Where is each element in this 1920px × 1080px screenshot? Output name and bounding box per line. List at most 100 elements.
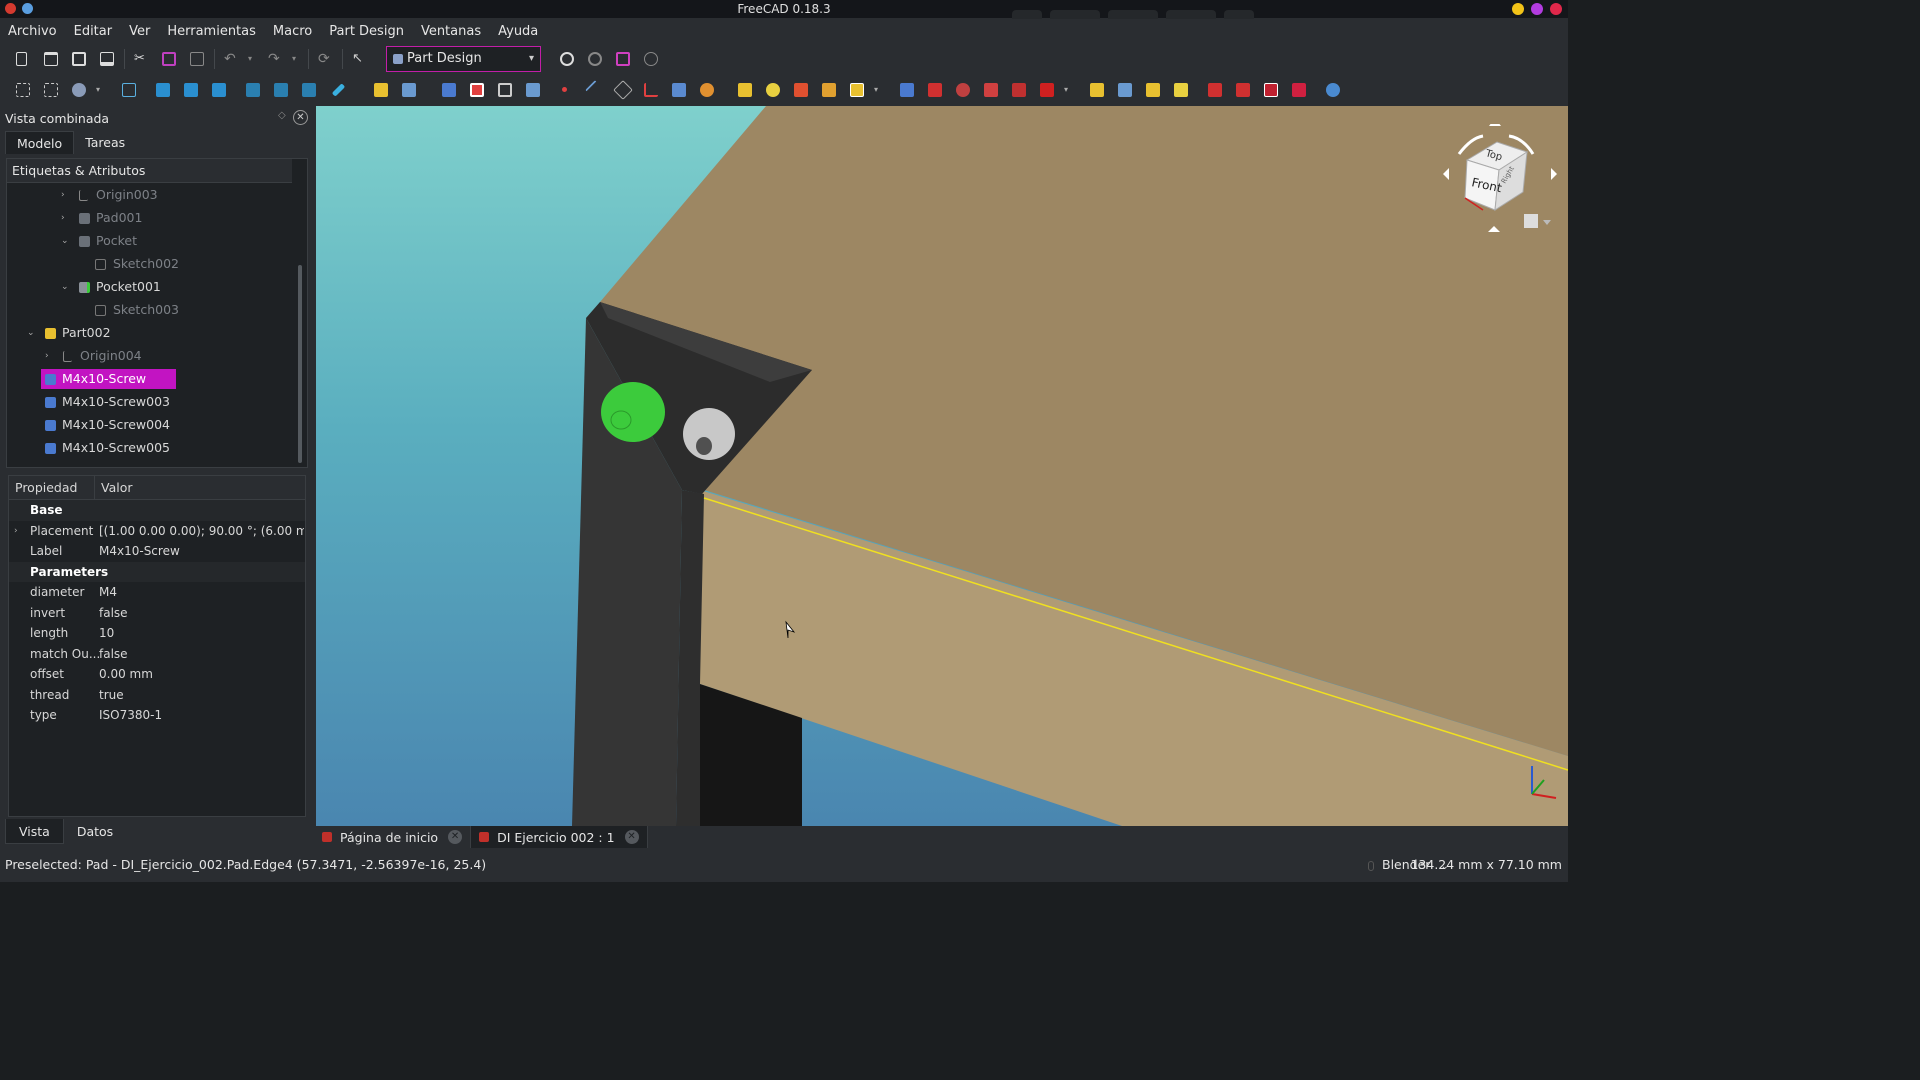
redo-dropdown-icon[interactable]: ▾ [292,54,306,68]
copy-icon[interactable] [162,52,176,66]
fit-all-icon[interactable] [122,83,136,97]
tree-item-m4x10-screw005[interactable]: M4x10-Screw005 [45,438,245,458]
property-value[interactable]: false [99,603,304,623]
create-group-icon[interactable] [402,83,416,97]
menu-herramientas[interactable]: Herramientas [167,24,256,39]
property-value[interactable]: false [99,644,304,664]
expand-icon[interactable]: › [14,521,18,541]
menu-macro[interactable]: Macro [273,24,312,39]
view-front-icon[interactable] [184,83,198,97]
property-value[interactable]: [(1.00 0.00 0.00); 90.00 °; (6.00 mm ... [99,521,304,541]
tree-scrollbar[interactable] [298,265,302,463]
view-bottom-icon[interactable] [302,83,316,97]
box-element-select-icon[interactable] [44,83,58,97]
property-thread[interactable]: thread true [9,685,305,706]
subtractive-pipe-icon[interactable] [1012,83,1026,97]
mirrored-icon[interactable] [1090,83,1104,97]
tab-vista[interactable]: Vista [5,819,64,844]
thickness-icon[interactable] [1292,83,1306,97]
tree-item-origin004[interactable]: › Origin004 [45,346,245,366]
maximize-icon[interactable] [1531,3,1543,15]
view-rear-icon[interactable] [274,83,288,97]
tree-item-origin003[interactable]: › Origin003 [61,185,261,205]
subtractive-loft-icon[interactable] [984,83,998,97]
tab-pagina-de-inicio[interactable]: Página de inicio ✕ [314,826,472,848]
property-placement[interactable]: › Placement [(1.00 0.00 0.00); 90.00 °; (6… [9,521,305,542]
additive-loft-icon[interactable] [794,83,808,97]
stop-macro-icon[interactable] [588,52,602,66]
menu-ayuda[interactable]: Ayuda [498,24,538,39]
box-select-icon[interactable] [16,83,30,97]
draw-style-icon[interactable] [72,83,86,97]
selected-screw-head[interactable] [601,382,665,442]
revolution-icon[interactable] [766,83,780,97]
undo-dropdown-icon[interactable]: ▾ [248,54,262,68]
paste-icon[interactable] [190,52,204,66]
pocket-icon[interactable] [900,83,914,97]
create-part-icon[interactable] [374,83,388,97]
validate-sketch-icon[interactable] [526,83,540,97]
create-sketch-icon[interactable] [470,83,484,97]
refresh-icon[interactable]: ⟳ [318,52,332,66]
close-tab-icon[interactable]: ✕ [448,830,463,844]
arrow-down-icon[interactable] [1488,226,1500,232]
menu-archivo[interactable]: Archivo [8,24,57,39]
menu-ventanas[interactable]: Ventanas [421,24,481,39]
local-cs-icon[interactable] [644,83,658,97]
property-length[interactable]: length 10 [9,623,305,644]
property-value[interactable]: M4 [99,582,304,602]
menu-part-design[interactable]: Part Design [329,24,404,39]
tree-item-pocket[interactable]: ⌄ Pocket [61,231,261,251]
tree-item-m4x10-screw004[interactable]: M4x10-Screw004 [45,415,245,435]
property-match-outside[interactable]: match Ou... false [9,644,305,665]
draw-style-dropdown-icon[interactable]: ▾ [96,85,110,99]
pad-icon[interactable] [738,83,752,97]
clone-icon[interactable] [700,83,714,97]
tab-modelo[interactable]: Modelo [5,131,75,154]
record-macro-icon[interactable] [560,52,574,66]
property-value[interactable]: true [99,685,304,705]
additive-primitive-dropdown-icon[interactable]: ▾ [874,85,888,99]
tab-datos[interactable]: Datos [64,819,126,844]
expand-icon[interactable]: › [61,185,65,205]
arrow-right-icon[interactable] [1551,168,1557,180]
navcube-menu-dropdown-icon[interactable] [1543,220,1551,225]
datum-line-icon[interactable] [585,80,605,100]
close-panel-icon[interactable]: ✕ [293,110,308,125]
tree-item-sketch003[interactable]: Sketch003 [95,300,295,320]
cut-icon[interactable]: ✂ [134,52,148,66]
navcube-menu-icon[interactable] [1524,214,1538,228]
tab-tareas[interactable]: Tareas [74,131,136,154]
view-top-icon[interactable] [212,83,226,97]
close-icon[interactable] [1550,3,1562,15]
rotate-left-arrow-icon[interactable] [1457,134,1484,155]
tree-item-pocket001[interactable]: ⌄ Pocket001 [61,277,261,297]
datum-plane-icon[interactable] [613,80,633,100]
draft-icon[interactable] [1264,83,1278,97]
subtractive-primitive-dropdown-icon[interactable]: ▾ [1064,85,1078,99]
datum-point-icon[interactable] [562,87,567,92]
run-macro-icon[interactable] [644,52,658,66]
float-icon[interactable]: ◇ [278,110,286,121]
property-value[interactable]: 0.00 mm [99,664,304,684]
additive-pipe-icon[interactable] [822,83,836,97]
view-right-icon[interactable] [246,83,260,97]
collapse-icon[interactable]: ⌄ [61,277,69,297]
new-file-icon[interactable] [16,52,27,66]
property-value[interactable]: ISO7380-1 [99,705,304,725]
arrow-left-icon[interactable] [1443,168,1449,180]
polar-pattern-icon[interactable] [1146,83,1160,97]
expand-icon[interactable]: › [61,208,65,228]
minimize-icon[interactable] [1512,3,1524,15]
property-value[interactable]: 10 [99,623,304,643]
open-file-icon[interactable] [44,52,58,66]
tree-item-pad001[interactable]: › Pad001 [61,208,261,228]
attach-sketch-icon[interactable] [498,83,512,97]
redo-icon[interactable]: ↷ [268,52,282,66]
subtractive-box-icon[interactable] [1040,83,1054,97]
tree-item-part002[interactable]: ⌄ Part002 [27,323,227,343]
additive-box-icon[interactable] [850,83,864,97]
menu-editar[interactable]: Editar [74,24,113,39]
3d-viewport[interactable]: Top Front Right [316,106,1568,826]
undo-icon[interactable]: ↶ [224,52,238,66]
